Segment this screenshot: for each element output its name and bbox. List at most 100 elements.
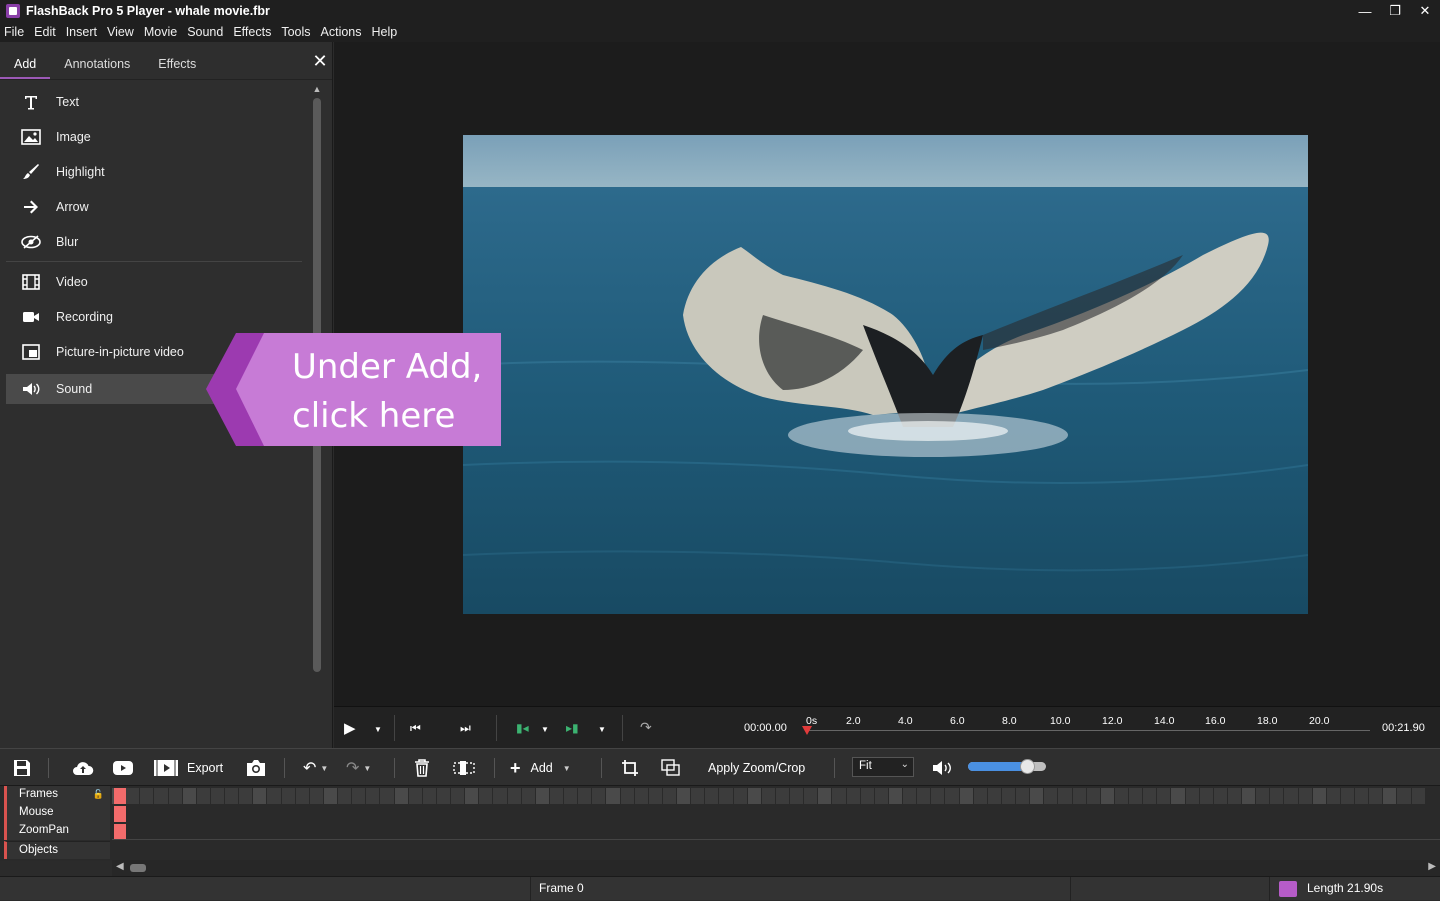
frame-cell[interactable] [225, 788, 239, 804]
menu-sound[interactable]: Sound [187, 25, 223, 39]
crop-button[interactable] [621, 757, 639, 779]
scroll-right-icon[interactable]: ▶ [1428, 861, 1436, 872]
zoom-frame-button[interactable] [661, 757, 681, 779]
mark-in-chevron-icon[interactable]: ▼ [541, 725, 549, 734]
add-item-video[interactable]: Video [6, 264, 302, 299]
frame-cell[interactable] [436, 788, 450, 804]
frame-cell[interactable] [691, 788, 705, 804]
add-item-image[interactable]: Image [6, 119, 302, 154]
frame-cell[interactable] [1312, 788, 1326, 804]
frame-cell[interactable] [154, 788, 168, 804]
frame-cell[interactable] [394, 788, 408, 804]
frame-cell[interactable] [267, 788, 281, 804]
add-item-text[interactable]: Text [6, 84, 302, 119]
add-item-recording[interactable]: Recording [6, 299, 302, 334]
frame-cell[interactable] [903, 788, 917, 804]
frame-cell[interactable] [874, 788, 888, 804]
frame-cell[interactable] [451, 788, 465, 804]
frame-cell[interactable] [578, 788, 592, 804]
track-label-objects[interactable]: Objects [4, 841, 110, 859]
redo-button[interactable]: ↷ ▼ [346, 757, 371, 779]
frame-cell[interactable] [210, 788, 224, 804]
frame-cell[interactable] [1058, 788, 1072, 804]
frame-cell[interactable] [1114, 788, 1128, 804]
frame-cell[interactable] [648, 788, 662, 804]
menu-tools[interactable]: Tools [281, 25, 310, 39]
restore-button[interactable]: ❐ [1380, 0, 1410, 22]
frame-cell[interactable] [1086, 788, 1100, 804]
menu-actions[interactable]: Actions [321, 25, 362, 39]
mark-out-icon[interactable]: ▸▮ [566, 721, 579, 735]
frame-cell[interactable] [1298, 788, 1312, 804]
frame-cell[interactable] [719, 788, 733, 804]
frame-cell[interactable] [1030, 788, 1044, 804]
frame-cell[interactable] [479, 788, 493, 804]
redo-loop-icon[interactable]: ↷ [640, 719, 652, 736]
frame-cell[interactable] [1100, 788, 1114, 804]
frame-cell[interactable] [1072, 788, 1086, 804]
frame-cell[interactable] [1157, 788, 1171, 804]
tab-effects[interactable]: Effects [144, 57, 210, 79]
frame-cell[interactable] [775, 788, 789, 804]
delete-button[interactable] [414, 757, 430, 779]
menu-help[interactable]: Help [372, 25, 398, 39]
frame-cell[interactable] [677, 788, 691, 804]
go-to-end-icon[interactable]: ⏭ [460, 721, 471, 736]
frames-track-marker[interactable] [114, 788, 126, 804]
undo-button[interactable]: ↶ ▼ [303, 757, 328, 779]
frame-cell[interactable] [1326, 788, 1340, 804]
frame-cell[interactable] [507, 788, 521, 804]
volume-slider-knob[interactable] [1020, 759, 1036, 774]
frame-cell[interactable] [705, 788, 719, 804]
track-label-frames[interactable]: Frames 🔓 [4, 786, 110, 804]
frame-cell[interactable] [422, 788, 436, 804]
frame-cell[interactable] [1256, 788, 1270, 804]
frame-cell[interactable] [309, 788, 323, 804]
frame-cell[interactable] [338, 788, 352, 804]
snapshot-button[interactable] [245, 757, 267, 779]
close-window-button[interactable]: ✕ [1410, 0, 1440, 22]
add-button[interactable]: + Add ▼ [510, 757, 571, 779]
frame-cell[interactable] [790, 788, 804, 804]
menu-file[interactable]: File [4, 25, 24, 39]
menu-effects[interactable]: Effects [233, 25, 271, 39]
frame-cell[interactable] [973, 788, 987, 804]
upload-button[interactable] [72, 757, 94, 779]
close-icon[interactable]: ✕ [312, 52, 328, 70]
mouse-track-marker[interactable] [114, 806, 126, 822]
frame-cell[interactable] [366, 788, 380, 804]
add-item-highlight[interactable]: Highlight [6, 154, 302, 189]
frame-cell[interactable] [1270, 788, 1284, 804]
frame-cell[interactable] [592, 788, 606, 804]
split-button[interactable] [452, 757, 476, 779]
frame-cell[interactable] [1185, 788, 1199, 804]
frame-cell[interactable] [1340, 788, 1354, 804]
frame-cell[interactable] [606, 788, 620, 804]
frame-cell[interactable] [733, 788, 747, 804]
go-to-start-icon[interactable]: ⏮ [410, 721, 421, 736]
add-item-arrow[interactable]: Arrow [6, 189, 302, 224]
frame-cell[interactable] [1171, 788, 1185, 804]
mark-out-chevron-icon[interactable]: ▼ [598, 725, 606, 734]
play-icon[interactable]: ▶ [344, 719, 356, 737]
youtube-button[interactable] [112, 757, 134, 779]
frame-cell[interactable] [1227, 788, 1241, 804]
frame-cell[interactable] [493, 788, 507, 804]
frame-cell[interactable] [196, 788, 210, 804]
frames-track[interactable] [112, 788, 1426, 804]
timeline-scroll-thumb[interactable] [130, 864, 146, 872]
frame-cell[interactable] [747, 788, 761, 804]
save-button[interactable] [12, 757, 32, 779]
frame-cell[interactable] [662, 788, 676, 804]
track-label-mouse[interactable]: Mouse [4, 804, 110, 822]
frame-cell[interactable] [1199, 788, 1213, 804]
export-button[interactable]: Export [153, 757, 223, 779]
frame-cell[interactable] [818, 788, 832, 804]
frame-cell[interactable] [380, 788, 394, 804]
mark-in-icon[interactable]: ▮◂ [516, 721, 529, 735]
frame-cell[interactable] [945, 788, 959, 804]
tab-annotations[interactable]: Annotations [50, 57, 144, 79]
menu-view[interactable]: View [107, 25, 134, 39]
frame-cell[interactable] [281, 788, 295, 804]
frame-cell[interactable] [620, 788, 634, 804]
